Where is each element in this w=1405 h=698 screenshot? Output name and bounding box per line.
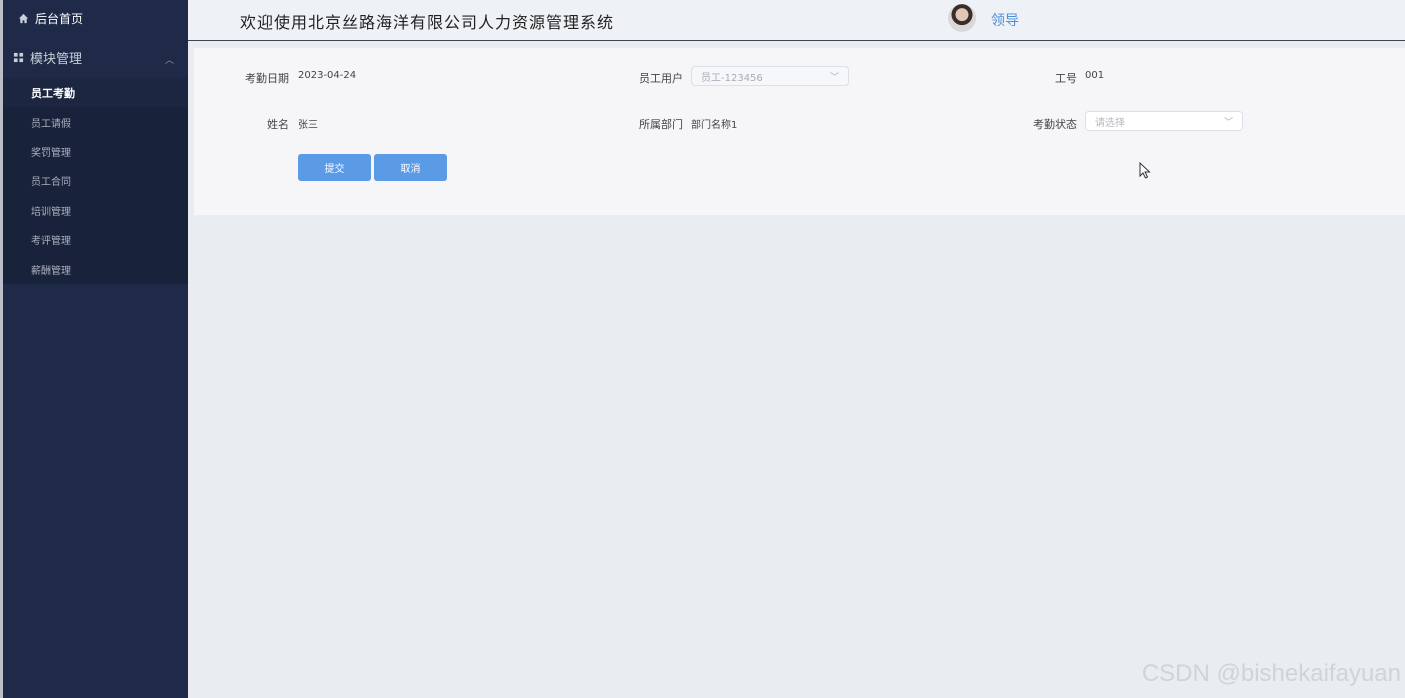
watermark: CSDN @bishekaifayuan bbox=[1141, 660, 1401, 687]
submit-button[interactable]: 提交 bbox=[298, 154, 371, 181]
name-label: 姓名 bbox=[267, 118, 289, 131]
employee-select[interactable]: 员工-123456 ﹀ bbox=[691, 66, 849, 86]
sidebar-submenu: 员工考勤 员工请假 奖罚管理 员工合同 培训管理 考评管理 薪酬管理 bbox=[3, 78, 188, 284]
username-link[interactable]: 领导 bbox=[991, 10, 1019, 30]
sidebar-group-modules[interactable]: 模块管理 ︿ bbox=[3, 36, 188, 78]
mouse-cursor-icon bbox=[1139, 162, 1151, 179]
employee-select-value: 员工-123456 bbox=[701, 72, 763, 84]
status-select-placeholder: 请选择 bbox=[1095, 117, 1125, 129]
sidebar-item-training[interactable]: 培训管理 bbox=[3, 196, 188, 225]
status-select[interactable]: 请选择 ﹀ bbox=[1085, 111, 1243, 131]
chevron-down-icon: ﹀ bbox=[829, 73, 839, 83]
attendance-form: 考勤日期 2023-04-24 员工用户 员工-123456 ﹀ 工号 001 … bbox=[194, 48, 1405, 215]
empno-value: 001 bbox=[1085, 70, 1105, 81]
sidebar-item-leave[interactable]: 员工请假 bbox=[3, 107, 188, 136]
date-value: 2023-04-24 bbox=[298, 70, 357, 81]
sidebar-item-evaluation[interactable]: 考评管理 bbox=[3, 225, 188, 254]
chevron-up-icon: ︿ bbox=[164, 56, 174, 66]
page-title: 欢迎使用北京丝路海洋有限公司人力资源管理系统 bbox=[240, 13, 615, 32]
cancel-button[interactable]: 取消 bbox=[374, 154, 447, 181]
sidebar-home[interactable]: 后台首页 bbox=[3, 0, 188, 36]
chevron-down-icon: ﹀ bbox=[1223, 118, 1233, 128]
sidebar-group-label: 模块管理 bbox=[30, 51, 83, 67]
sidebar-item-rewards[interactable]: 奖罚管理 bbox=[3, 137, 188, 166]
sidebar-item-salary[interactable]: 薪酬管理 bbox=[3, 254, 188, 283]
sidebar-home-label: 后台首页 bbox=[35, 11, 84, 26]
sidebar-item-attendance[interactable]: 员工考勤 bbox=[3, 78, 188, 108]
top-header: 欢迎使用北京丝路海洋有限公司人力资源管理系统 领导 bbox=[188, 0, 1405, 41]
date-label: 考勤日期 bbox=[245, 72, 289, 85]
avatar[interactable] bbox=[948, 4, 976, 32]
employee-label: 员工用户 bbox=[639, 72, 683, 85]
sidebar-item-contracts[interactable]: 员工合同 bbox=[3, 166, 188, 195]
sidebar: 后台首页 模块管理 ︿ 员工考勤 员工请假 奖罚管理 员工合同 培训管理 考评管… bbox=[0, 0, 188, 698]
grid-icon bbox=[13, 52, 24, 62]
dept-value: 部门名称1 bbox=[691, 120, 738, 131]
dept-label: 所属部门 bbox=[639, 118, 683, 131]
home-icon bbox=[18, 13, 29, 23]
empno-label: 工号 bbox=[1055, 72, 1077, 85]
status-label: 考勤状态 bbox=[1033, 118, 1077, 131]
name-value: 张三 bbox=[298, 120, 318, 131]
